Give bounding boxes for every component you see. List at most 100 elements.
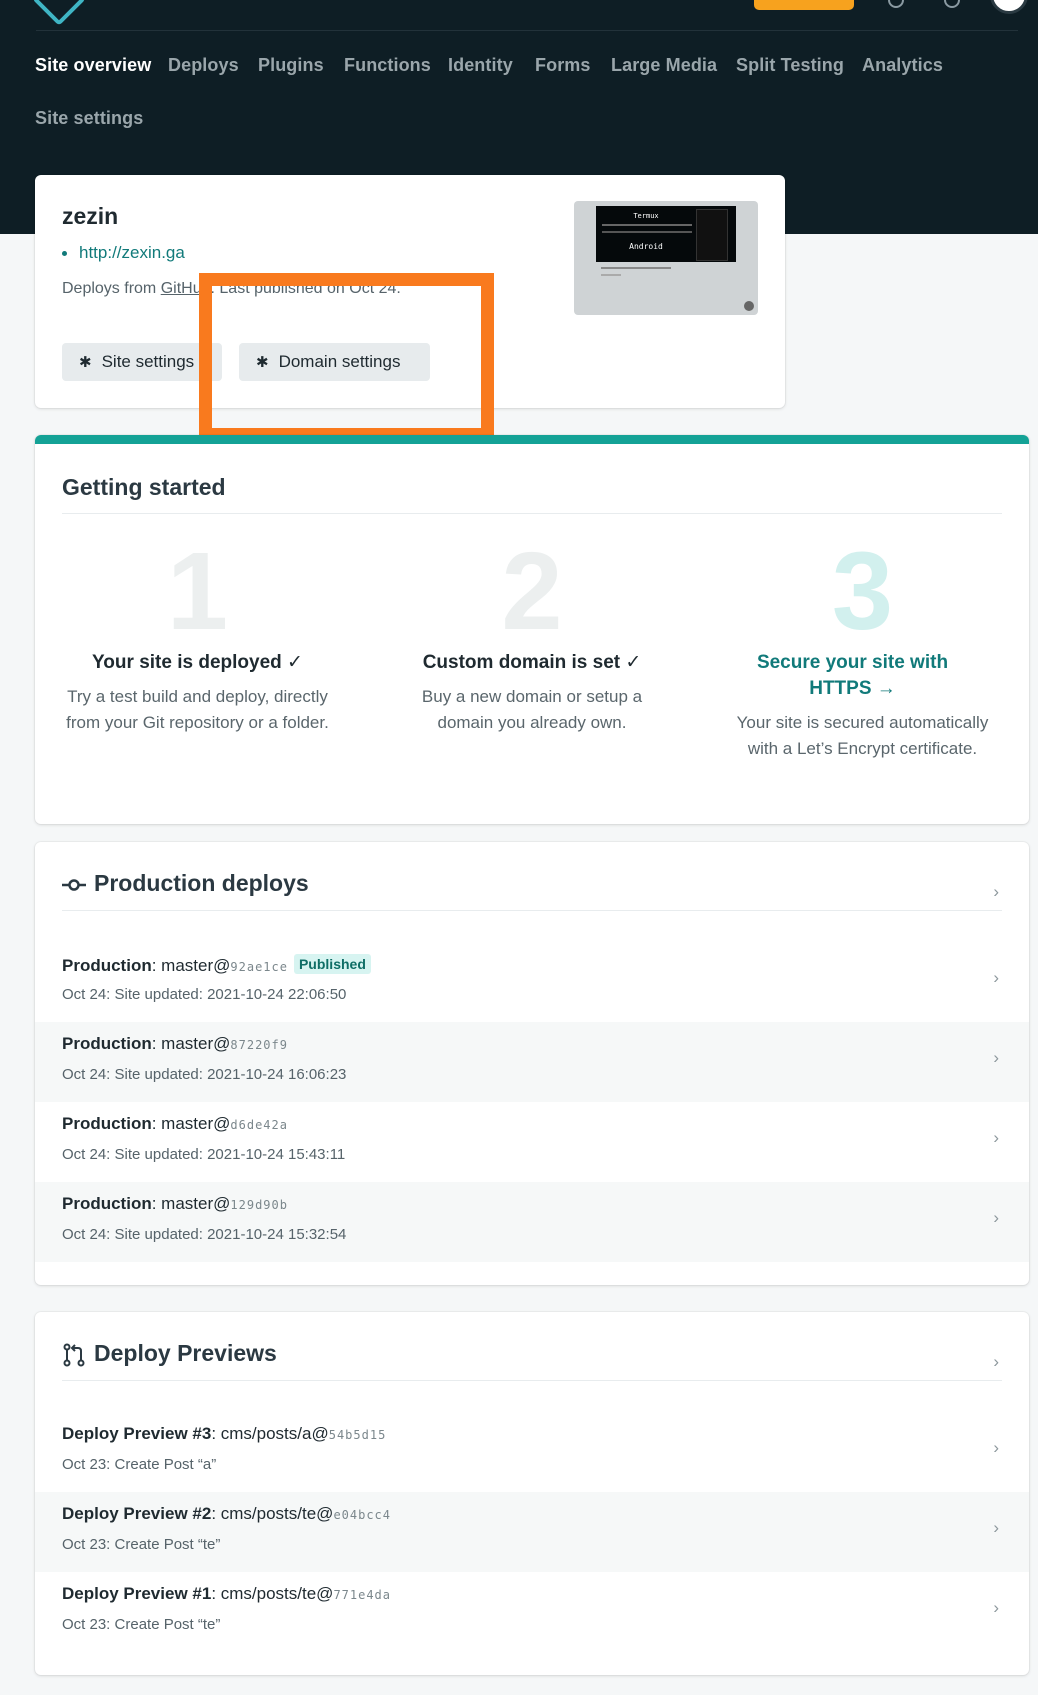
- step-custom-domain: 2 Custom domain is set ✓ Buy a new domai…: [412, 530, 652, 736]
- deploy-title: Production: master@129d90b: [62, 1194, 288, 1214]
- pull-request-icon: [63, 1343, 85, 1367]
- deploy-preview-row[interactable]: Deploy Preview #3: cms/posts/a@54b5d15 O…: [35, 1412, 1029, 1492]
- preview-line: [602, 231, 692, 233]
- deploy-context: Production: [62, 1194, 152, 1213]
- deploy-preview-row[interactable]: Deploy Preview #2: cms/posts/te@e04bcc4 …: [35, 1492, 1029, 1572]
- deploy-previews-card: Deploy Previews › Deploy Preview #3: cms…: [35, 1312, 1029, 1675]
- commit-hash: 54b5d15: [328, 1428, 387, 1442]
- getting-started-card: Getting started 1 Your site is deployed …: [35, 435, 1029, 824]
- deploy-summary: Oct 24: Site updated: 2021-10-24 15:32:5…: [62, 1226, 347, 1243]
- tab-functions[interactable]: Functions: [344, 55, 431, 76]
- chevron-right-icon: ›: [993, 968, 999, 987]
- commit-hash: d6de42a: [230, 1118, 288, 1132]
- production-deploys-title[interactable]: Production deploys: [62, 870, 309, 897]
- tab-split-testing[interactable]: Split Testing: [736, 55, 844, 76]
- deploy-title: Production: master@92ae1ce Published: [62, 954, 371, 976]
- deploy-title: Production: master@d6de42a: [62, 1114, 288, 1134]
- deploy-title: Deploy Preview #1: cms/posts/te@771e4da: [62, 1584, 391, 1604]
- logo-icon[interactable]: [32, 0, 86, 26]
- deploy-row[interactable]: Production: master@92ae1ce Published Oct …: [35, 942, 1029, 1022]
- avatar[interactable]: [990, 0, 1028, 14]
- deploy-context: Production: [62, 956, 152, 975]
- step-site-deployed: 1 Your site is deployed ✓ Try a test bui…: [55, 537, 340, 736]
- step-title: Custom domain is set ✓: [422, 652, 642, 673]
- site-settings-label: Site settings: [101, 352, 195, 371]
- step-title: Your site is deployed ✓: [92, 652, 303, 673]
- deploy-summary: Oct 23: Create Post “te”: [62, 1616, 221, 1633]
- tab-site-settings[interactable]: Site settings: [35, 108, 143, 129]
- step-description: Your site is secured automatically with …: [736, 713, 989, 758]
- deploy-previews-label: Deploy Previews: [94, 1340, 277, 1366]
- site-settings-button[interactable]: ✱ Site settings: [62, 343, 222, 381]
- preview-line: [601, 267, 671, 269]
- deploy-summary: Oct 24: Site updated: 2021-10-24 22:06:5…: [62, 986, 347, 1003]
- search-icon[interactable]: [888, 0, 904, 8]
- commit-hash: 771e4da: [333, 1588, 392, 1602]
- site-url: http://zexin.ga: [62, 243, 185, 263]
- chevron-right-icon[interactable]: ›: [993, 1352, 999, 1372]
- commit-hash: 129d90b: [230, 1198, 288, 1212]
- upgrade-button[interactable]: [754, 0, 854, 10]
- deploy-row[interactable]: Production: master@87220f9 Oct 24: Site …: [35, 1022, 1029, 1102]
- site-preview-thumbnail[interactable]: Termux Android: [574, 201, 758, 315]
- divider: [62, 910, 1002, 911]
- deploy-preview-row[interactable]: Deploy Preview #1: cms/posts/te@771e4da …: [35, 1572, 1029, 1652]
- deploy-row[interactable]: Production: master@129d90b Oct 24: Site …: [35, 1182, 1029, 1262]
- deploy-summary: Oct 24: Site updated: 2021-10-24 15:43:1…: [62, 1146, 346, 1163]
- deploy-branch: : master@: [151, 1194, 231, 1213]
- chevron-right-icon: ›: [993, 1598, 999, 1617]
- step-number: 3: [831, 530, 894, 653]
- deploy-branch: : cms/posts/te@: [211, 1584, 334, 1603]
- production-deploys-label: Production deploys: [94, 870, 309, 896]
- secure-https-link[interactable]: Secure your site with HTTPS →: [725, 650, 1000, 702]
- tab-large-media[interactable]: Large Media: [611, 55, 717, 76]
- deploy-context: Production: [62, 1034, 152, 1053]
- preview-line: [601, 274, 621, 276]
- tab-site-overview[interactable]: Site overview: [35, 55, 151, 76]
- divider: [36, 30, 1018, 31]
- help-icon[interactable]: [944, 0, 960, 8]
- getting-started-title: Getting started: [62, 474, 226, 500]
- production-deploys-card: Production deploys › Production: master@…: [35, 842, 1029, 1285]
- deploy-summary: Oct 23: Create Post “a”: [62, 1456, 217, 1473]
- chevron-right-icon[interactable]: ›: [993, 882, 999, 902]
- chevron-right-icon: ›: [993, 1048, 999, 1067]
- deploy-title: Deploy Preview #3: cms/posts/a@54b5d15: [62, 1424, 386, 1444]
- deploy-branch: : master@: [151, 956, 231, 975]
- deploys-from-text: Deploys from: [62, 280, 161, 297]
- tab-identity[interactable]: Identity: [448, 55, 513, 76]
- tab-deploys[interactable]: Deploys: [168, 55, 239, 76]
- preview-phone: [696, 209, 728, 261]
- highlight-box: [199, 273, 494, 441]
- site-url-link[interactable]: http://zexin.ga: [79, 243, 185, 262]
- info-icon[interactable]: [744, 301, 754, 311]
- preview-title: Termux: [633, 212, 659, 220]
- step-number: 2: [501, 530, 563, 653]
- preview-line: [602, 224, 692, 226]
- deploy-summary: Oct 23: Create Post “te”: [62, 1536, 221, 1553]
- commit-hash: 87220f9: [230, 1038, 288, 1052]
- tab-forms[interactable]: Forms: [535, 55, 591, 76]
- tab-analytics[interactable]: Analytics: [862, 55, 943, 76]
- chevron-right-icon: ›: [993, 1518, 999, 1537]
- chevron-right-icon: ›: [993, 1128, 999, 1147]
- deploy-previews-title[interactable]: Deploy Previews: [62, 1340, 277, 1367]
- preview-subtitle: Android: [629, 242, 663, 251]
- deploy-branch: : cms/posts/a@: [211, 1424, 329, 1443]
- step-description: Buy a new domain or setup a domain you a…: [421, 687, 643, 732]
- deploy-row[interactable]: Production: master@d6de42a Oct 24: Site …: [35, 1102, 1029, 1182]
- deploy-context: Production: [62, 1114, 152, 1133]
- deploy-branch: : master@: [151, 1034, 231, 1053]
- deploy-branch: : cms/posts/te@: [211, 1504, 334, 1523]
- commit-hash: e04bcc4: [333, 1508, 392, 1522]
- deploy-title: Production: master@87220f9: [62, 1034, 288, 1054]
- commit-icon: [62, 879, 86, 891]
- deploy-context: Deploy Preview #3: [62, 1424, 212, 1443]
- tab-plugins[interactable]: Plugins: [258, 55, 324, 76]
- deploy-summary: Oct 24: Site updated: 2021-10-24 16:06:2…: [62, 1066, 347, 1083]
- status-dot: [62, 251, 67, 257]
- divider: [62, 1380, 1002, 1381]
- deploy-context: Deploy Preview #1: [62, 1584, 212, 1603]
- preview-screen: Termux Android: [596, 206, 736, 262]
- chevron-right-icon: ›: [993, 1438, 999, 1457]
